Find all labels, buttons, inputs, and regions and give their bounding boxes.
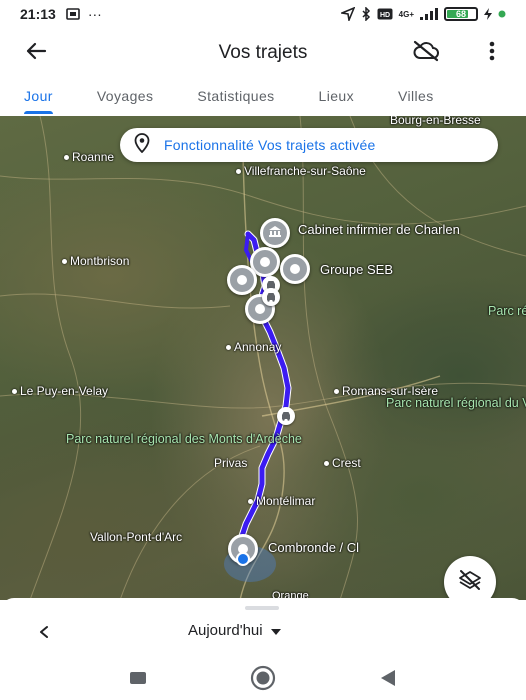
car-activity-icon[interactable] <box>277 407 295 425</box>
place-privas: Privas <box>214 456 248 470</box>
tab-jour[interactable]: Jour <box>24 78 53 114</box>
place-groupe-seb: Groupe SEB <box>320 262 393 277</box>
city-dot <box>226 345 231 350</box>
location-history-toggle-button[interactable] <box>408 35 444 71</box>
bluetooth-icon <box>361 7 371 21</box>
tab-lieux[interactable]: Lieux <box>319 78 354 104</box>
status-bar: 21:13 ··· HD 4G+ 68 <box>0 0 526 28</box>
back-button[interactable] <box>16 33 56 73</box>
previous-day-button[interactable] <box>30 620 58 648</box>
layers-off-icon <box>457 569 483 596</box>
city-dot <box>248 499 253 504</box>
place-crest: Crest <box>332 456 361 470</box>
car-activity-icon[interactable] <box>262 288 280 306</box>
more-vertical-icon <box>489 41 495 66</box>
tab-statistiques[interactable]: Statistiques <box>197 78 274 104</box>
bottom-sheet: Aujourd'hui <box>0 598 526 660</box>
place-annonay: Annonay <box>234 340 282 354</box>
place-combronde: Combronde / Cl <box>268 540 360 555</box>
city-dot <box>334 389 339 394</box>
layers-toggle-button[interactable] <box>444 556 496 600</box>
sheet-drag-handle[interactable] <box>245 606 279 610</box>
place-pin-cabinet[interactable] <box>260 218 290 248</box>
chevron-left-icon <box>38 625 50 644</box>
status-time: 21:13 <box>20 6 56 22</box>
place-bourg-en-bresse: Bourg-en-Bresse <box>390 116 481 127</box>
triangle-back-icon <box>380 669 396 692</box>
hd-icon: HD <box>377 8 393 20</box>
city-dot <box>62 259 67 264</box>
place-parc-ardeche: Parc naturel régional des Monts d'Ardèch… <box>66 432 302 446</box>
battery-level: 68 <box>455 9 466 19</box>
current-location-dot <box>236 552 250 566</box>
tab-villes[interactable]: Villes <box>398 78 434 104</box>
place-pin-groupe-seb[interactable] <box>280 254 310 284</box>
city-dot <box>64 155 69 160</box>
battery-icon: 68 <box>444 7 478 21</box>
place-villefranche: Villefranche-sur-Saône <box>244 164 366 178</box>
charging-icon <box>484 8 492 20</box>
place-roanne: Roanne <box>72 150 115 164</box>
place-parc-edge: Parc régional Cha <box>488 304 526 318</box>
circle-icon <box>250 665 276 696</box>
place-montelimar: Montélimar <box>256 494 316 508</box>
home-button[interactable] <box>248 665 278 695</box>
location-pin-icon <box>134 132 150 158</box>
city-dot <box>236 169 241 174</box>
tab-voyages[interactable]: Voyages <box>97 78 154 104</box>
cloud-off-icon <box>412 40 440 67</box>
place-montbrison: Montbrison <box>70 254 130 268</box>
tab-bar: Jour Voyages Statistiques Lieux Villes <box>0 78 526 116</box>
signal-icon <box>420 8 438 20</box>
square-icon <box>129 671 147 690</box>
place-le-puy-en-velay: Le Puy-en-Velay <box>20 384 109 398</box>
network-type: 4G+ <box>398 9 414 19</box>
status-more: ··· <box>87 6 102 22</box>
place-cabinet-infirmier: Cabinet infirmier de Charlen <box>298 222 460 237</box>
screen-cast-icon <box>66 8 80 20</box>
place-vallon-pont-d-arc: Vallon-Pont-d'Arc <box>90 530 183 544</box>
system-back-button[interactable] <box>373 665 403 695</box>
map-roads <box>0 116 526 600</box>
recents-button[interactable] <box>123 665 153 695</box>
place-pin[interactable] <box>227 265 257 295</box>
map-view[interactable]: Bourg-en-Bresse Roanne Villefranche-sur-… <box>0 116 526 600</box>
more-options-button[interactable] <box>474 35 510 71</box>
date-selector[interactable]: Aujourd'hui <box>188 622 281 639</box>
navigation-arrow-icon <box>340 7 355 21</box>
app-bar: Vos trajets <box>0 28 526 78</box>
svg-text:HD: HD <box>380 12 390 19</box>
banner-text: Fonctionnalité Vos trajets activée <box>164 137 376 153</box>
notification-dot-icon <box>498 10 506 18</box>
building-icon <box>268 224 282 242</box>
place-parc-vercors: Parc naturel régional du Vercors <box>386 396 526 410</box>
system-navigation-bar <box>0 660 526 700</box>
timeline-enabled-banner[interactable]: Fonctionnalité Vos trajets activée <box>120 128 498 162</box>
date-label: Aujourd'hui <box>188 622 263 639</box>
arrow-left-icon <box>25 40 47 67</box>
city-dot <box>324 461 329 466</box>
caret-down-icon <box>270 622 281 639</box>
city-dot <box>12 389 17 394</box>
